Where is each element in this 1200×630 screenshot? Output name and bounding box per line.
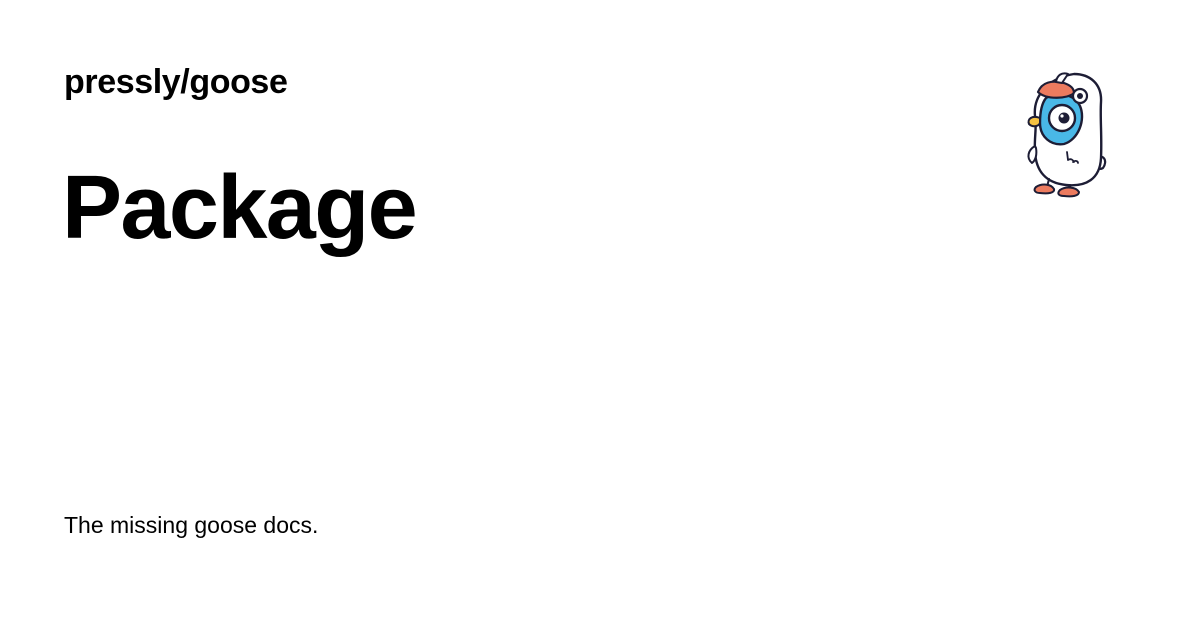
repo-name: pressly/goose (64, 63, 288, 101)
goose-mascot-icon (1027, 72, 1107, 198)
page-title: Package (62, 158, 418, 258)
og-card: pressly/goose Package The missing goose … (0, 0, 1200, 630)
page-description: The missing goose docs. (64, 512, 319, 538)
